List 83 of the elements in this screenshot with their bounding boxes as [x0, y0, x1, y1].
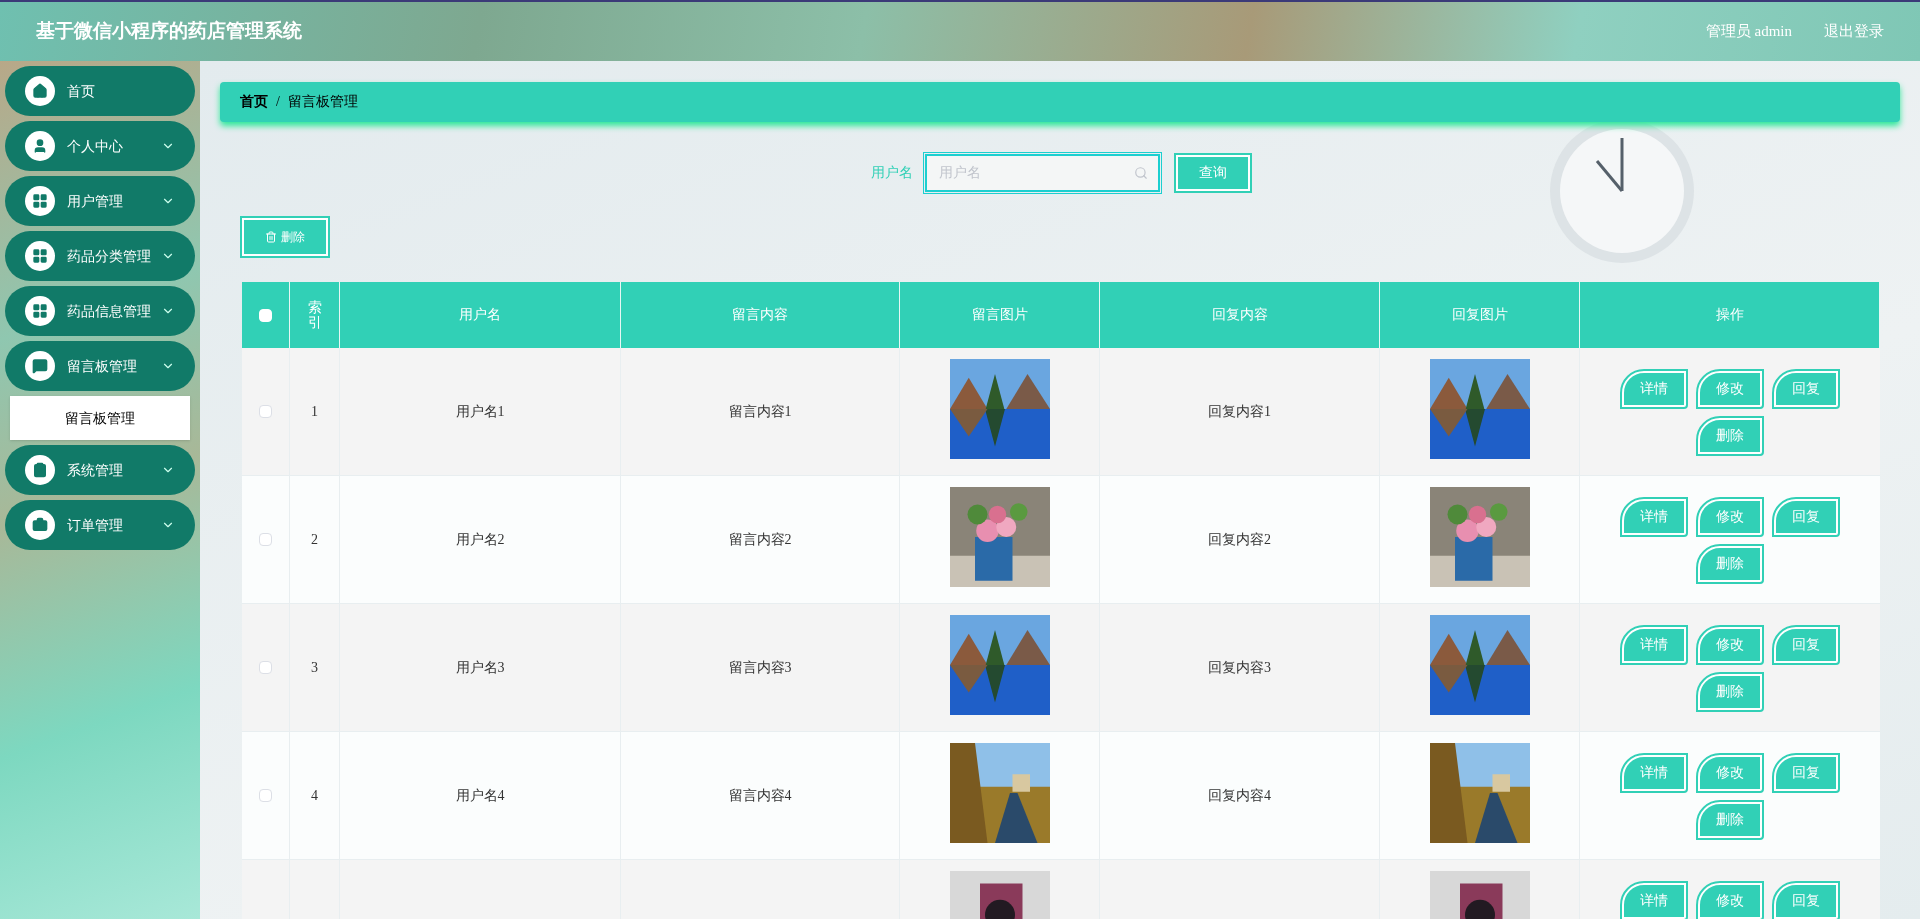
menu-label: 药品信息管理: [67, 302, 152, 321]
row-checkbox[interactable]: [259, 405, 272, 418]
column-header: 索引: [307, 299, 322, 331]
select-all-checkbox[interactable]: [259, 308, 272, 322]
table-cell-text: 留言内容4: [728, 786, 792, 805]
action-button[interactable]: 回复: [1774, 499, 1838, 535]
menu-label: 系统管理: [67, 461, 124, 480]
action-button[interactable]: 删除: [1698, 546, 1762, 582]
menu-label: 订单管理: [67, 516, 124, 535]
breadcrumb-item: /: [276, 93, 280, 111]
menu-item[interactable]: 订单管理: [5, 500, 195, 550]
menu-item[interactable]: 首页: [5, 66, 195, 116]
query-button[interactable]: 查询: [1175, 155, 1250, 191]
action-button[interactable]: 删除: [1698, 674, 1762, 710]
table-cell-text: 回复内容4: [1208, 786, 1271, 805]
grid-icon: [32, 248, 48, 264]
user-icon: [32, 138, 48, 154]
menu-label: 用户管理: [67, 192, 124, 211]
row-checkbox[interactable]: [259, 661, 272, 674]
clipboard-icon: [32, 462, 48, 478]
action-button[interactable]: 修改: [1698, 883, 1762, 919]
table-cell-text: 回复内容3: [1208, 658, 1271, 677]
action-button[interactable]: 详情: [1622, 371, 1686, 407]
table-cell-text: 2: [311, 530, 318, 549]
menu-item[interactable]: 个人中心: [5, 121, 195, 171]
logout-link[interactable]: 退出登录: [1824, 20, 1884, 43]
column-header: 回复内容: [1211, 306, 1268, 324]
search-icon: [1133, 166, 1148, 180]
grid-icon: [32, 193, 48, 209]
menu-label: 药品分类管理: [67, 247, 152, 266]
app-title: 基于微信小程序的药店管理系统: [36, 19, 302, 44]
admin-label: 管理员 admin: [1705, 22, 1792, 42]
column-header: 留言内容: [732, 306, 788, 324]
column-header: 操作: [1715, 306, 1744, 324]
table-cell-text: 3: [311, 658, 318, 677]
action-button[interactable]: 详情: [1622, 499, 1686, 535]
column-header: 用户名: [459, 306, 501, 324]
row-checkbox[interactable]: [259, 533, 272, 546]
table-cell-text: 用户名3: [455, 658, 505, 677]
table-cell-text: 留言内容3: [728, 658, 792, 677]
menu-item[interactable]: 药品信息管理: [5, 286, 195, 336]
action-button[interactable]: 回复: [1774, 883, 1838, 919]
menu-label: 首页: [67, 82, 96, 101]
column-header: 留言图片: [971, 306, 1028, 324]
table-cell-text: 用户名4: [455, 786, 505, 805]
home-icon: [32, 83, 48, 99]
action-button[interactable]: 回复: [1774, 371, 1838, 407]
submenu-item[interactable]: 留言板管理: [10, 396, 190, 440]
action-button[interactable]: 详情: [1622, 883, 1686, 919]
row-checkbox[interactable]: [259, 789, 272, 802]
delete-button[interactable]: 删除: [242, 218, 328, 256]
table-cell-text: 用户名1: [455, 402, 505, 421]
action-button[interactable]: 详情: [1622, 755, 1686, 791]
search-label: 用户名: [870, 164, 913, 182]
briefcase-icon: [32, 517, 48, 533]
action-button[interactable]: 修改: [1698, 627, 1762, 663]
column-header: 回复图片: [1451, 306, 1508, 324]
breadcrumb-item[interactable]: 首页: [240, 92, 268, 112]
trash-icon: [265, 231, 277, 243]
table-cell-text: 回复内容1: [1208, 402, 1271, 421]
grid-icon: [32, 303, 48, 319]
action-button[interactable]: 删除: [1698, 802, 1762, 838]
menu-item[interactable]: 留言板管理: [5, 341, 195, 391]
menu-label: 个人中心: [67, 137, 124, 156]
action-button[interactable]: 删除: [1698, 418, 1762, 454]
menu-item[interactable]: 药品分类管理: [5, 231, 195, 281]
action-button[interactable]: 修改: [1698, 371, 1762, 407]
table-cell-text: 1: [311, 402, 318, 421]
action-button[interactable]: 详情: [1622, 627, 1686, 663]
chat-icon: [32, 358, 48, 374]
table-cell-text: 留言内容1: [728, 402, 792, 421]
breadcrumb-item: 留言板管理: [287, 93, 358, 111]
menu-item[interactable]: 系统管理: [5, 445, 195, 495]
action-button[interactable]: 修改: [1698, 755, 1762, 791]
menu-item[interactable]: 用户管理: [5, 176, 195, 226]
menu-label: 留言板管理: [67, 357, 138, 376]
action-button[interactable]: 回复: [1774, 627, 1838, 663]
table-cell-text: 留言内容2: [728, 530, 792, 549]
table-cell-text: 用户名2: [455, 530, 505, 549]
table-cell-text: 回复内容2: [1208, 530, 1271, 549]
action-button[interactable]: 修改: [1698, 499, 1762, 535]
table-cell-text: 4: [311, 786, 318, 805]
action-button[interactable]: 回复: [1774, 755, 1838, 791]
